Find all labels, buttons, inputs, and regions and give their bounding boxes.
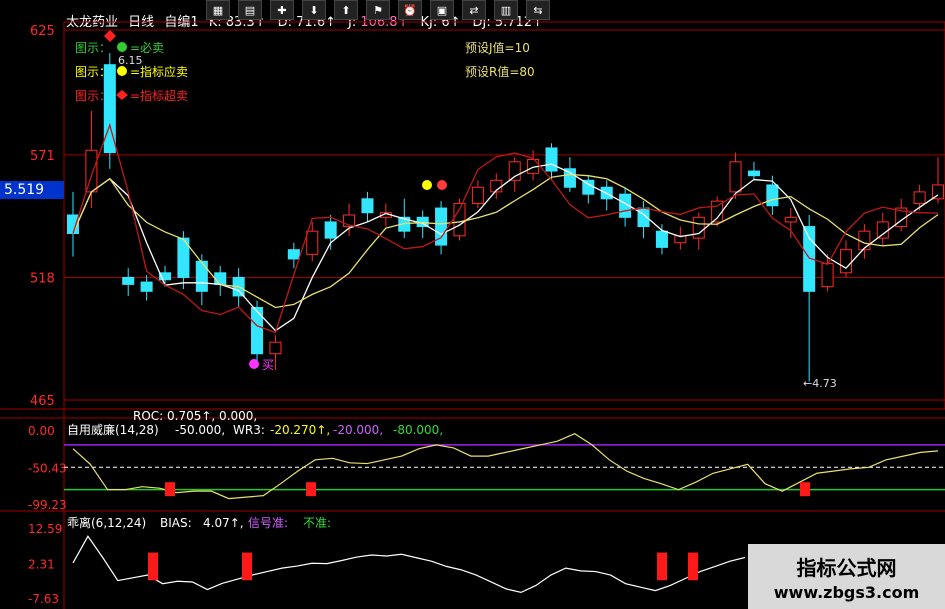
preset-j-label: 预设J值=10	[465, 40, 530, 55]
legend-text-2: =指标超卖	[130, 88, 188, 103]
candle-body-4	[140, 281, 153, 292]
main-axis-label-3: 465	[30, 394, 55, 409]
stock-chart-window: 太龙药业 日线 自编1 K: 83.3↑ D: 71.6↑ J: 106.8↑ KJ:…	[0, 0, 945, 609]
red-signal-dot	[437, 180, 447, 190]
bias-axis-label-0: 12.59	[28, 522, 62, 536]
bias-axis-label-1: 2.31	[28, 558, 55, 572]
main-panel-frame	[63, 21, 945, 410]
legend-text-0: =必卖	[130, 41, 164, 55]
candle-body-16	[361, 198, 374, 214]
candle-body-8	[214, 272, 227, 285]
candle-body-44	[876, 221, 889, 239]
legend-prefix-0: 图示：	[75, 41, 111, 55]
bias-signal-bar-3	[688, 552, 698, 581]
wr-name-label: 自用威廉(14,28)	[67, 422, 159, 437]
bias-signal-bar-0	[148, 552, 158, 581]
legend-mark-1	[117, 66, 127, 76]
preset-r-label: 预设R值=80	[465, 64, 535, 79]
candle-body-39	[784, 216, 797, 223]
watermark-cn: 指标公式网	[796, 556, 897, 580]
watermark-url: www.zbgs3.com	[773, 583, 920, 602]
candle-body-38	[766, 184, 779, 207]
legend-prefix-2: 图示：	[75, 89, 111, 103]
candle-body-42	[839, 249, 853, 274]
current-price-tag: 5.519	[0, 181, 64, 199]
yellow-signal-dot	[422, 180, 432, 190]
bias-white-line	[72, 535, 746, 593]
candle-body-26	[545, 147, 558, 172]
candle-body-13	[306, 230, 319, 255]
wr-neg20-label: -20.000,	[333, 423, 383, 437]
candle-body-1	[85, 149, 98, 193]
wr-axis-label-1: -50.43	[28, 462, 67, 476]
candle-body-12	[287, 249, 300, 260]
bias-signal-bar-1	[242, 552, 252, 581]
signal-value: 不准:	[303, 516, 331, 530]
bias-value: 4.07↑,	[203, 516, 244, 530]
candle-body-41	[821, 263, 834, 288]
buy-label: 买	[262, 358, 274, 372]
candle-body-47	[931, 184, 945, 200]
watermark: 指标公式网 www.zbgs3.com	[748, 544, 945, 609]
bias-signal-bar-2	[657, 552, 667, 581]
candle-body-46	[913, 191, 926, 204]
candle-body-22	[471, 186, 484, 204]
wr-signal-bar-0	[165, 482, 175, 497]
legend-mark-2	[116, 90, 128, 100]
candle-body-43	[858, 230, 871, 251]
buy-signal-dot	[249, 359, 259, 369]
roc-line-label: ROC: 0.705↑, 0.000,	[133, 409, 257, 423]
candle-body-37	[747, 170, 760, 177]
min-price-label: ←4.73	[803, 377, 837, 390]
wr-signal-bar-1	[306, 482, 316, 497]
main-axis-label-0: 625	[30, 24, 55, 39]
wr-neg80-label: -80.000,	[393, 423, 443, 437]
wr3-label: WR3:	[233, 423, 265, 437]
bias-name-label: 乖离(6,12,24)	[67, 515, 146, 530]
bias-label: BIAS:	[160, 516, 192, 530]
wr-value1-label: -50.000,	[175, 423, 225, 437]
candle-body-11	[269, 341, 282, 355]
candle-body-24	[508, 161, 521, 181]
candle-body-32	[655, 230, 668, 248]
wr-axis-label-2: -99.23	[28, 498, 67, 512]
main-axis-label-1: 571	[30, 149, 55, 164]
candle-body-3	[122, 276, 135, 285]
candle-body-36	[729, 161, 742, 193]
signal-label: 信号准:	[248, 516, 288, 530]
wr3-value: -20.270↑,	[270, 423, 330, 437]
bias-axis-label-2: -7.63	[28, 592, 59, 606]
legend-prefix-1: 图示：	[75, 65, 111, 79]
wr-signal-bar-2	[800, 482, 810, 497]
chart-canvas[interactable]: 625571518465买6.15←4.73图示： =必卖图示： =指标应卖图示： =…	[0, 0, 945, 609]
candle-body-34	[692, 216, 705, 239]
candle-body-14	[324, 221, 337, 239]
wr-axis-label-0: 0.00	[28, 424, 55, 438]
candle-body-10	[251, 307, 264, 355]
candle-body-7	[195, 260, 208, 292]
main-axis-label-2: 518	[30, 271, 55, 286]
legend-mark-0	[117, 42, 127, 52]
legend-text-1: =指标应卖	[130, 64, 188, 79]
